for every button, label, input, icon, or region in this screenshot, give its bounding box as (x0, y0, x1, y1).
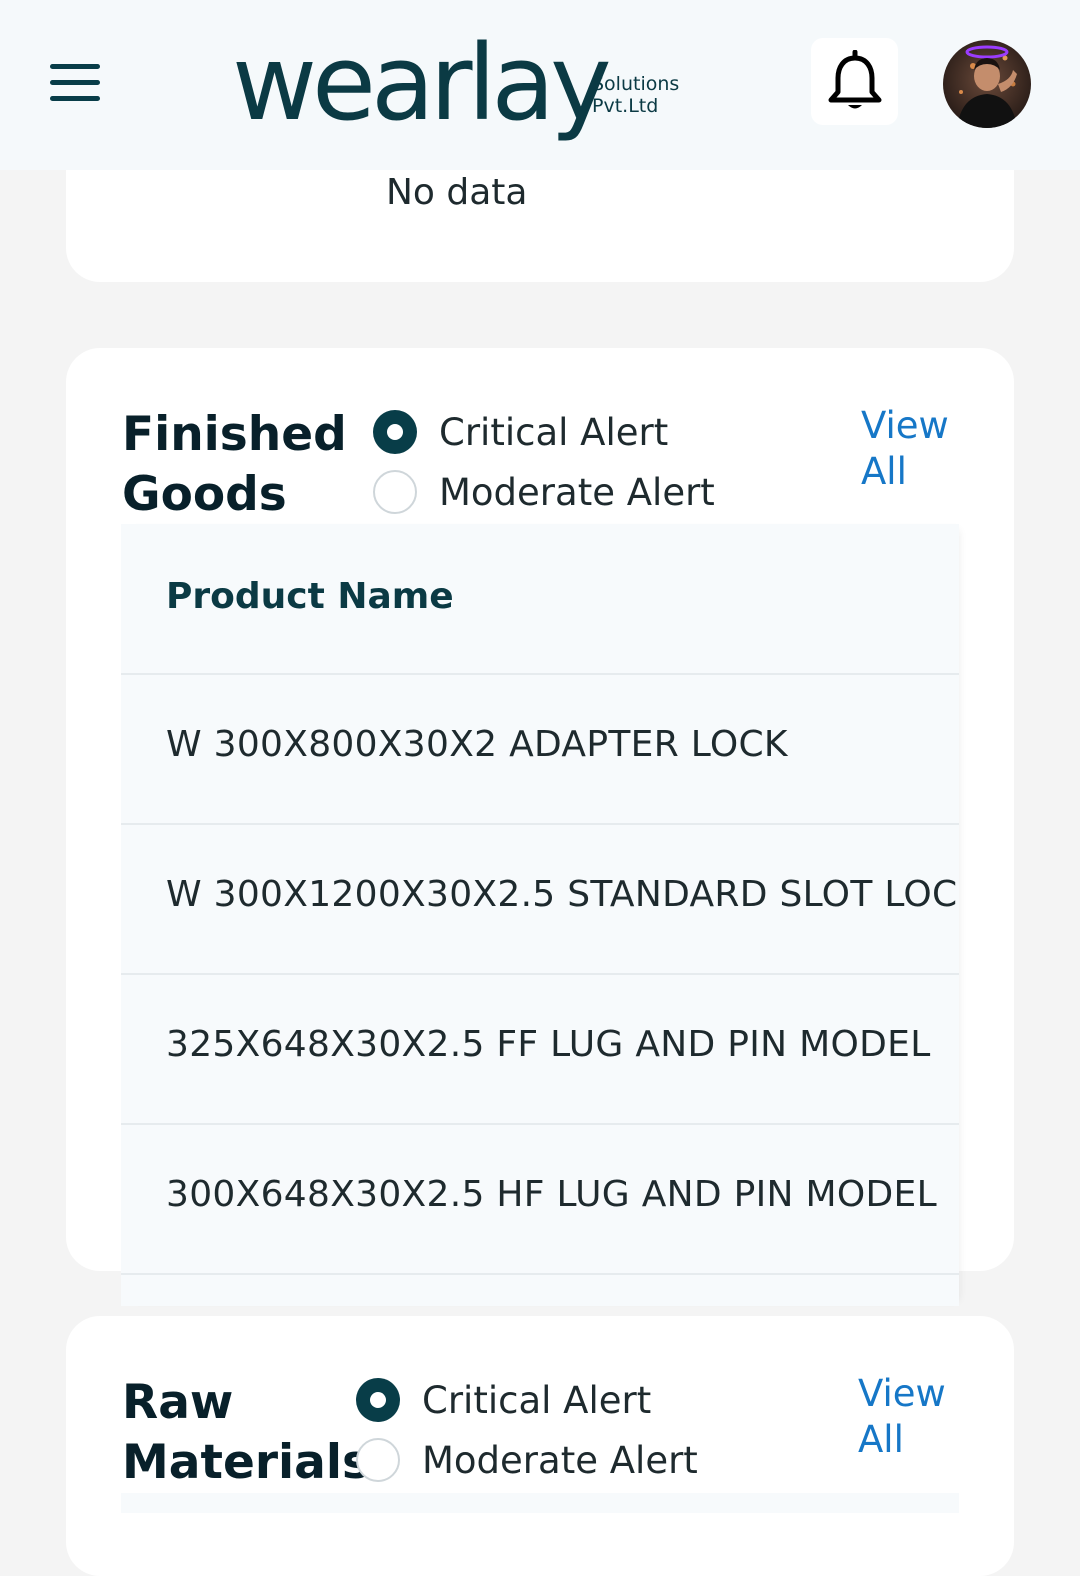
radio-critical-label: Critical Alert (439, 410, 669, 454)
radio-critical-alert[interactable]: Critical Alert (356, 1378, 651, 1422)
radio-moderate-label: Moderate Alert (439, 470, 715, 514)
avatar-image (943, 40, 1031, 128)
table-row[interactable]: 325X648X30X2.5 FF LUG AND PIN MODEL (121, 974, 959, 1125)
raw-materials-table (121, 1493, 959, 1513)
table-header: Product Name (121, 524, 959, 675)
hamburger-menu-icon[interactable] (50, 64, 100, 102)
product-name-cell: W 300X800X30X2 ADAPTER LOCK (166, 724, 788, 765)
radio-selected-icon[interactable] (373, 410, 417, 454)
radio-moderate-alert[interactable]: Moderate Alert (356, 1438, 698, 1482)
column-header-product-name: Product Name (166, 576, 454, 617)
user-avatar[interactable] (943, 40, 1031, 128)
no-data-text: No data (386, 172, 528, 213)
raw-materials-title: Raw Materials (122, 1375, 370, 1490)
product-name-cell: W 300X1200X30X2.5 STANDARD SLOT LOCK (166, 874, 959, 915)
product-name-cell: 300X648X30X2.5 HF LUG AND PIN MODEL (166, 1174, 937, 1215)
radio-critical-alert[interactable]: Critical Alert (373, 410, 668, 454)
table-row[interactable]: W 300X1200X30X2.5 STANDARD SLOT LOCK (121, 824, 959, 975)
finished-goods-table: Product Name W 300X800X30X2 ADAPTER LOCK… (121, 524, 959, 1306)
radio-moderate-alert[interactable]: Moderate Alert (373, 470, 715, 514)
radio-critical-label: Critical Alert (422, 1378, 652, 1422)
table-row[interactable]: 300X648X30X2.5 HF LUG AND PIN MODEL (121, 1124, 959, 1275)
radio-unselected-icon[interactable] (356, 1438, 400, 1482)
product-name-cell: 325X648X30X2.5 FF LUG AND PIN MODEL (166, 1024, 931, 1065)
bell-icon (828, 50, 882, 109)
radio-selected-icon[interactable] (356, 1378, 400, 1422)
notifications-button[interactable] (811, 38, 898, 125)
table-row[interactable]: W 300X800X30X2 ADAPTER LOCK (121, 674, 959, 825)
view-all-link[interactable]: View All (858, 1371, 946, 1463)
app-header: wearlay Solutions Pvt.Ltd (0, 0, 1080, 170)
radio-moderate-label: Moderate Alert (422, 1438, 698, 1482)
raw-materials-card: Raw Materials Critical Alert Moderate Al… (66, 1316, 1014, 1576)
view-all-link[interactable]: View All (861, 403, 949, 495)
finished-goods-title: Finished Goods (122, 407, 347, 522)
radio-unselected-icon[interactable] (373, 470, 417, 514)
